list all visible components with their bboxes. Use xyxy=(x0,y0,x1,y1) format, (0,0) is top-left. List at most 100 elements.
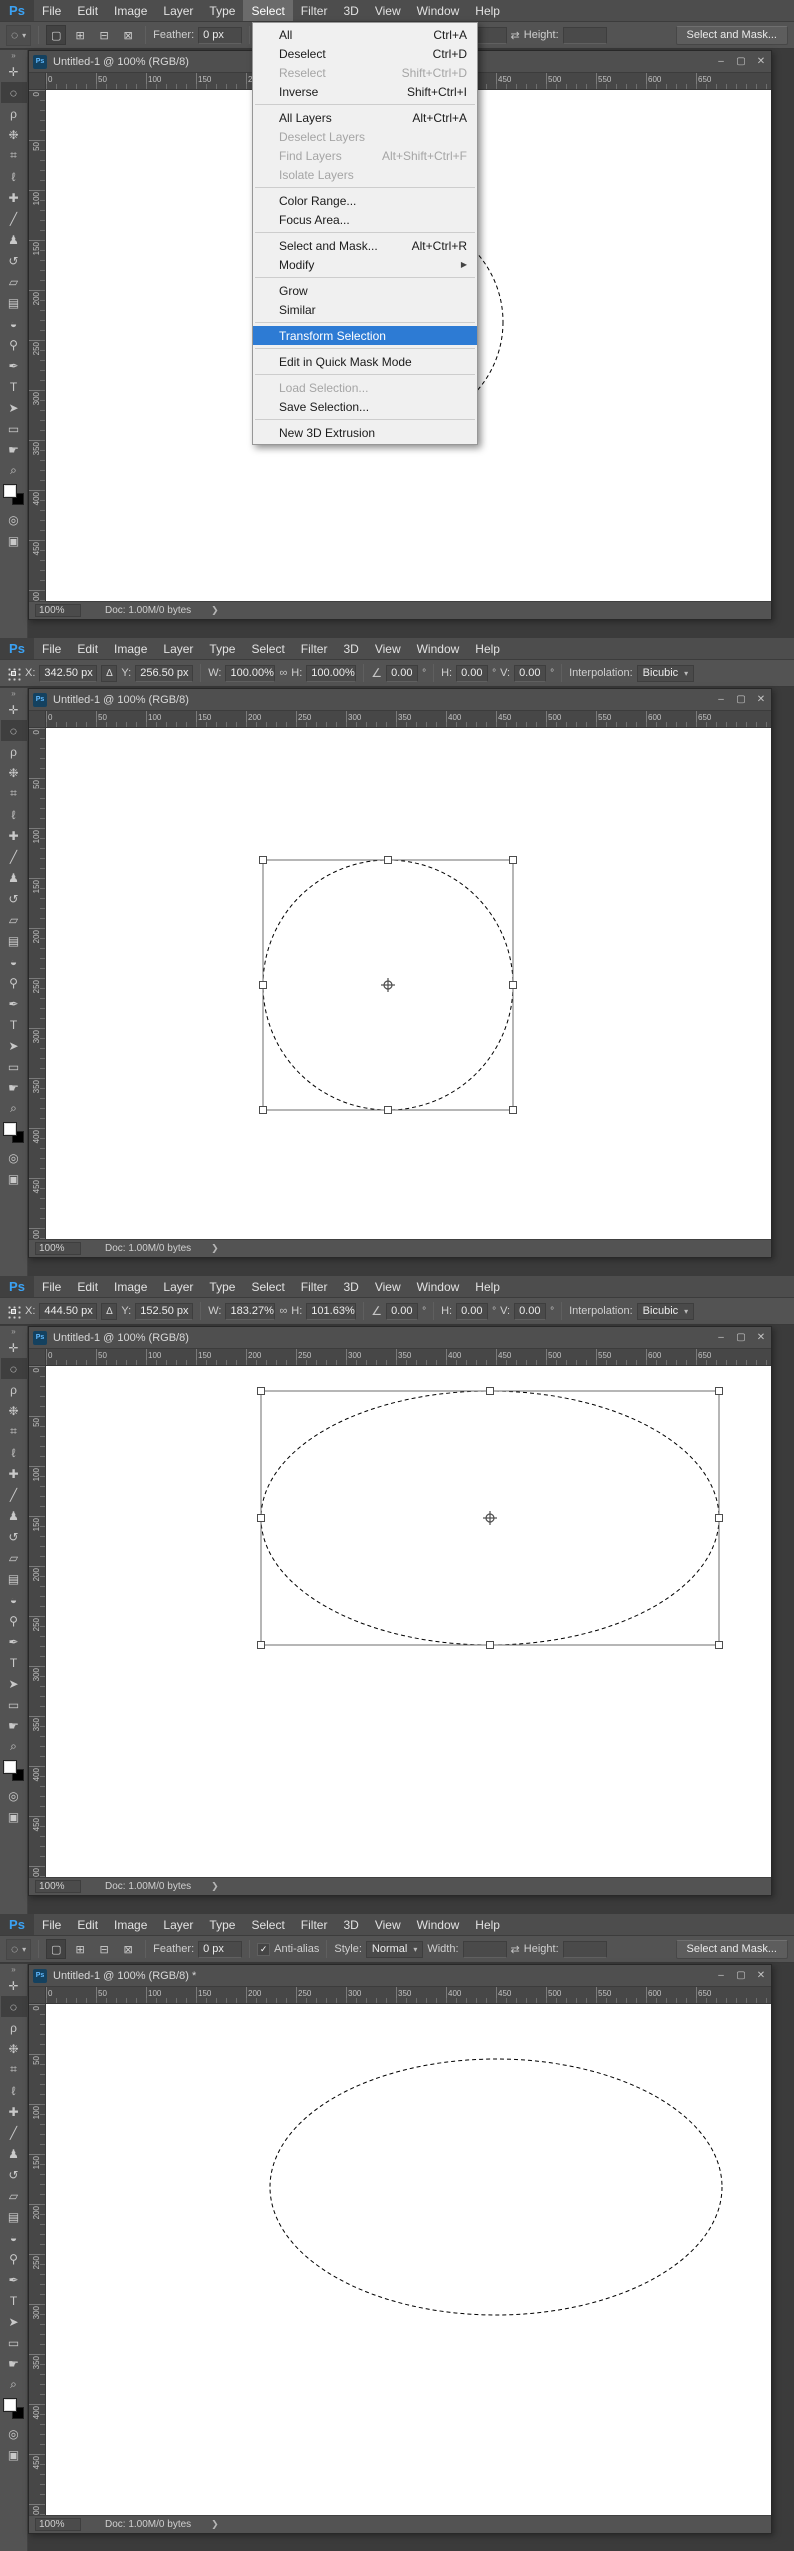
menu-window[interactable]: Window xyxy=(409,1914,468,1935)
rectangle-tool[interactable]: ▭ xyxy=(1,2332,27,2353)
clone-stamp-tool[interactable]: ♟ xyxy=(1,867,27,888)
quick-selection-tool[interactable]: ❉ xyxy=(1,1400,27,1421)
vertical-ruler[interactable]: 0 50 100 150 200 250 300 350 400 450 500 xyxy=(29,1366,46,1877)
menu-item-deselect-layers[interactable]: Deselect Layers xyxy=(253,127,477,146)
dodge-tool[interactable]: ⚲ xyxy=(1,972,27,993)
menu-filter[interactable]: Filter xyxy=(293,1276,336,1297)
menu-view[interactable]: View xyxy=(367,1914,409,1935)
brush-tool[interactable]: ╱ xyxy=(1,2122,27,2143)
type-tool[interactable]: T xyxy=(1,1014,27,1035)
close-button[interactable]: ✕ xyxy=(751,56,771,67)
menu-image[interactable]: Image xyxy=(106,1914,155,1935)
menu-3d[interactable]: 3D xyxy=(335,1276,366,1297)
crop-tool[interactable]: ⌗ xyxy=(1,783,27,804)
x-input[interactable]: 342.50 px xyxy=(39,664,98,682)
screen-mode-button[interactable]: ▣ xyxy=(1,2444,27,2465)
close-button[interactable]: ✕ xyxy=(751,1970,771,1981)
zoom-tool[interactable]: ⌕ xyxy=(1,1098,27,1119)
zoom-tool[interactable]: ⌕ xyxy=(1,2374,27,2395)
dodge-tool[interactable]: ⚲ xyxy=(1,1610,27,1631)
style-select[interactable]: Normal ▾ xyxy=(365,1940,424,1958)
canvas[interactable] xyxy=(46,2004,771,2515)
menu-help[interactable]: Help xyxy=(467,638,508,659)
menu-item-save-selection[interactable]: Save Selection... xyxy=(253,397,477,416)
color-swatches[interactable] xyxy=(3,1761,24,1781)
elliptical-marquee-tool[interactable]: ◌ xyxy=(0,720,27,741)
elliptical-marquee-tool[interactable]: ◌ xyxy=(0,1996,27,2017)
brush-tool[interactable]: ╱ xyxy=(1,1484,27,1505)
rectangle-tool[interactable]: ▭ xyxy=(1,1694,27,1715)
menu-item-all-layers[interactable]: All Layers Alt+Ctrl+A xyxy=(253,108,477,127)
lasso-tool[interactable]: ρ xyxy=(1,103,27,124)
eraser-tool[interactable]: ▱ xyxy=(1,909,27,930)
history-brush-tool[interactable]: ↺ xyxy=(1,1526,27,1547)
elliptical-marquee-tool[interactable]: ◌ xyxy=(0,1358,27,1379)
skew-h-input[interactable]: 0.00 xyxy=(456,1302,489,1320)
link-dimensions-icon[interactable]: ∞ xyxy=(279,1305,287,1317)
status-expander-icon[interactable]: ❯ xyxy=(211,1881,219,1892)
menu-help[interactable]: Help xyxy=(467,1276,508,1297)
crop-tool[interactable]: ⌗ xyxy=(1,1421,27,1442)
healing-brush-tool[interactable]: ✚ xyxy=(1,825,27,846)
new-selection-button[interactable]: ▢ xyxy=(46,25,67,45)
menu-type[interactable]: Type xyxy=(201,1276,243,1297)
menu-edit[interactable]: Edit xyxy=(69,638,106,659)
rotation-input[interactable]: 0.00 xyxy=(386,664,419,682)
path-selection-tool[interactable]: ➤ xyxy=(1,1035,27,1056)
hand-tool[interactable]: ☛ xyxy=(1,439,27,460)
quick-selection-tool[interactable]: ❉ xyxy=(1,2038,27,2059)
menu-filter[interactable]: Filter xyxy=(293,1914,336,1935)
blur-tool[interactable]: ◒ xyxy=(1,313,27,334)
pen-tool[interactable]: ✒ xyxy=(1,993,27,1014)
menu-view[interactable]: View xyxy=(367,1276,409,1297)
menu-layer[interactable]: Layer xyxy=(155,0,201,21)
hand-tool[interactable]: ☛ xyxy=(1,1077,27,1098)
width-input[interactable] xyxy=(462,1940,507,1958)
pen-tool[interactable]: ✒ xyxy=(1,2269,27,2290)
maximize-button[interactable]: ▢ xyxy=(731,694,751,705)
menu-item-modify[interactable]: Modify ▶ xyxy=(253,255,477,274)
menu-help[interactable]: Help xyxy=(467,0,508,21)
menu-item-edit-in-quick-mask-mode[interactable]: Edit in Quick Mask Mode xyxy=(253,352,477,371)
subtract-from-selection-button[interactable]: ⊟ xyxy=(94,1939,114,1959)
vertical-ruler[interactable]: 0 50 100 150 200 250 300 350 400 450 500 xyxy=(29,2004,46,2515)
brush-tool[interactable]: ╱ xyxy=(1,208,27,229)
rotation-input[interactable]: 0.00 xyxy=(386,1302,419,1320)
move-tool[interactable]: ✛ xyxy=(1,699,27,720)
maximize-button[interactable]: ▢ xyxy=(731,1970,751,1981)
toolbar-collapse-icon[interactable]: » xyxy=(11,1327,15,1337)
menu-item-color-range[interactable]: Color Range... xyxy=(253,191,477,210)
select-and-mask-button[interactable]: Select and Mask... xyxy=(675,1939,788,1959)
path-selection-tool[interactable]: ➤ xyxy=(1,397,27,418)
crop-tool[interactable]: ⌗ xyxy=(1,145,27,166)
eraser-tool[interactable]: ▱ xyxy=(1,2185,27,2206)
pen-tool[interactable]: ✒ xyxy=(1,355,27,376)
zoom-level-field[interactable]: 100% xyxy=(35,1242,81,1255)
document-titlebar[interactable]: Ps Untitled-1 @ 100% (RGB/8) – ▢ ✕ xyxy=(29,689,771,711)
lasso-tool[interactable]: ρ xyxy=(1,741,27,762)
add-to-selection-button[interactable]: ⊞ xyxy=(70,25,90,45)
feather-input[interactable]: 0 px xyxy=(198,26,243,44)
color-swatches[interactable] xyxy=(3,1123,24,1143)
eraser-tool[interactable]: ▱ xyxy=(1,271,27,292)
status-expander-icon[interactable]: ❯ xyxy=(211,2519,219,2530)
intersect-selection-button[interactable]: ⊠ xyxy=(118,1939,138,1959)
canvas[interactable] xyxy=(46,1366,771,1877)
menu-3d[interactable]: 3D xyxy=(335,1914,366,1935)
menu-3d[interactable]: 3D xyxy=(335,0,366,21)
blur-tool[interactable]: ◒ xyxy=(1,2227,27,2248)
menu-file[interactable]: File xyxy=(34,0,69,21)
skew-v-input[interactable]: 0.00 xyxy=(514,664,547,682)
dodge-tool[interactable]: ⚲ xyxy=(1,334,27,355)
tool-preset-picker[interactable]: ◌ ▾ xyxy=(6,24,32,46)
minimize-button[interactable]: – xyxy=(711,56,731,67)
menu-item-all[interactable]: All Ctrl+A xyxy=(253,25,477,44)
menu-image[interactable]: Image xyxy=(106,638,155,659)
zoom-tool[interactable]: ⌕ xyxy=(1,460,27,481)
minimize-button[interactable]: – xyxy=(711,1332,731,1343)
y-input[interactable]: 256.50 px xyxy=(135,664,194,682)
menu-filter[interactable]: Filter xyxy=(293,638,336,659)
add-to-selection-button[interactable]: ⊞ xyxy=(70,1939,90,1959)
height-scale-input[interactable]: 100.00% xyxy=(306,664,357,682)
menu-image[interactable]: Image xyxy=(106,1276,155,1297)
